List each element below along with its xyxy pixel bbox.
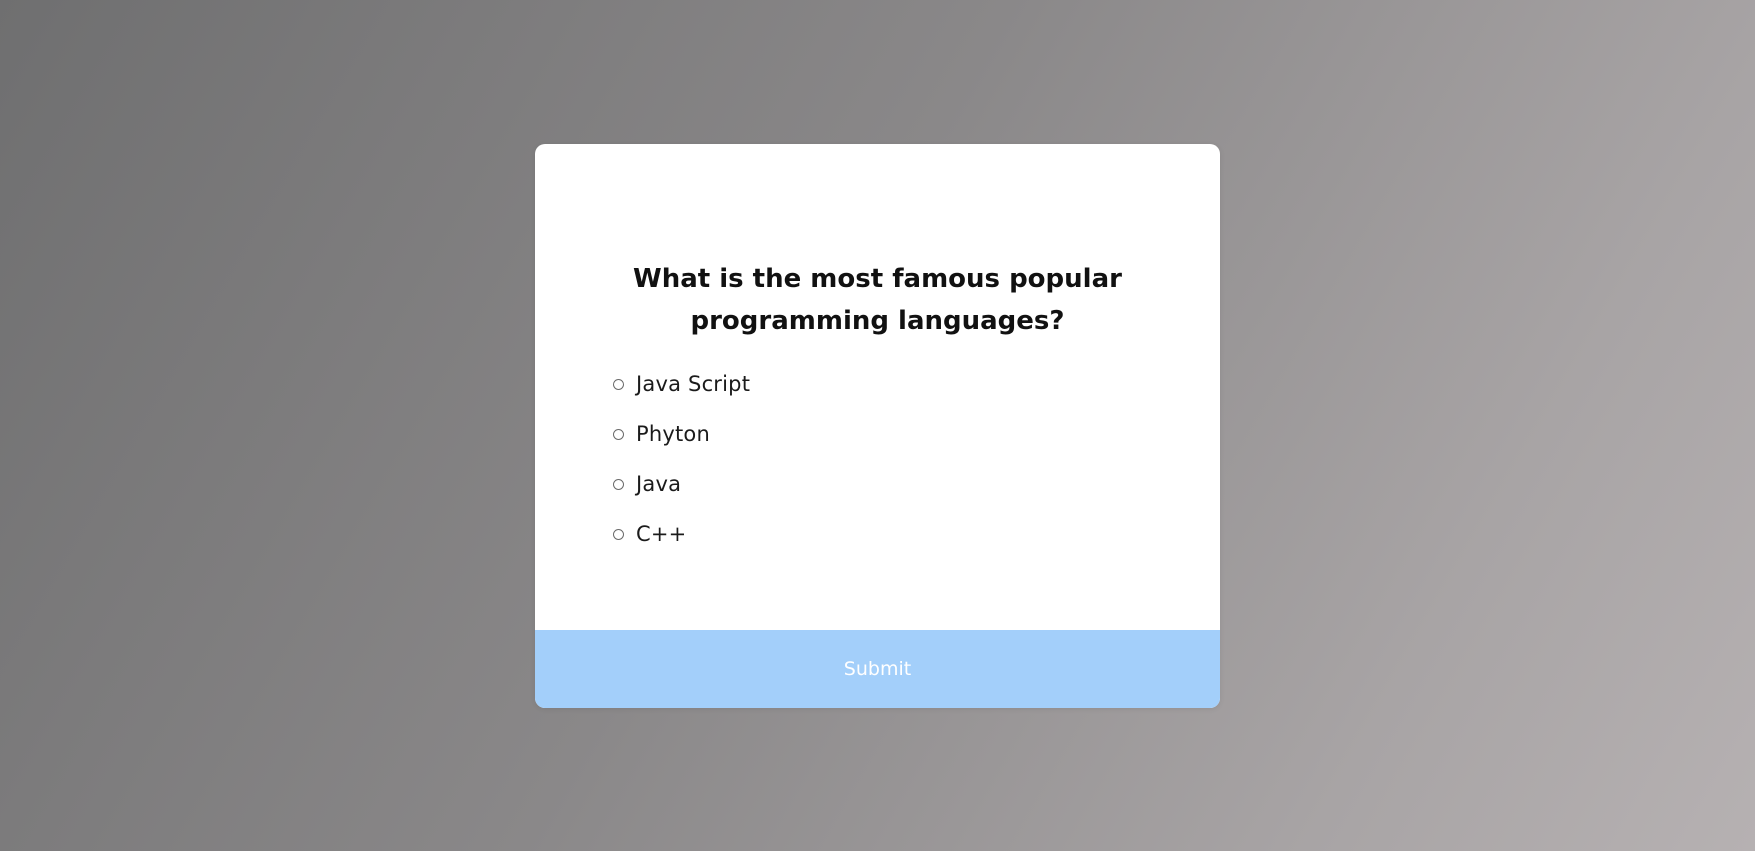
option-label: Phyton [636, 422, 710, 446]
option-cpp[interactable]: C++ [613, 509, 750, 559]
submit-button[interactable]: Submit [535, 630, 1220, 708]
radio-button[interactable] [613, 528, 624, 540]
option-label: Java [636, 472, 682, 496]
radio-button[interactable] [613, 378, 624, 390]
quiz-card: What is the most famous popular programm… [535, 144, 1220, 708]
question-title: What is the most famous popular programm… [535, 258, 1220, 342]
answer-options: Java Script Phyton Java C++ [613, 359, 750, 559]
option-java[interactable]: Java [613, 459, 750, 509]
question-line-1: What is the most famous popular [633, 263, 1122, 294]
radio-button[interactable] [613, 428, 624, 440]
option-label: C++ [636, 522, 687, 546]
option-label: Java Script [636, 372, 751, 396]
radio-button[interactable] [613, 478, 624, 490]
question-line-2: programming languages? [690, 305, 1065, 336]
option-java-script[interactable]: Java Script [613, 359, 750, 409]
option-phyton[interactable]: Phyton [613, 409, 750, 459]
submit-label: Submit [843, 658, 912, 680]
